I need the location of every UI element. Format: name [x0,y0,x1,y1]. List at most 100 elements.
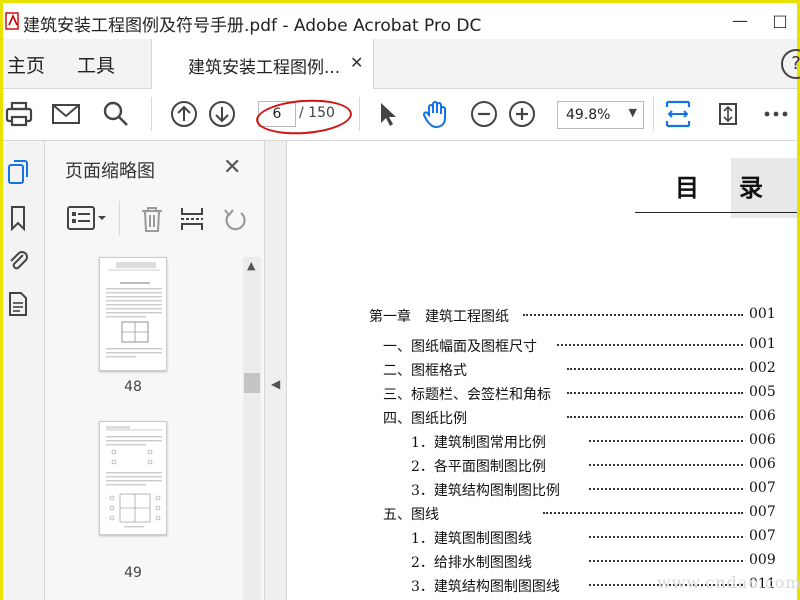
thumbnail-scrollbar[interactable]: ▲ [243,257,261,600]
minimize-icon[interactable]: — [725,11,755,31]
toc-heading-char: 录 [739,173,763,202]
thumbnail-preview [106,262,162,358]
toc-entry-title: 三、标题栏、会签栏和角标 [383,387,551,403]
toc-leader-dots [523,306,743,316]
maximize-icon[interactable]: □ [765,11,795,31]
toc-entry-title: 1．建筑图制图图线 [411,531,532,547]
hand-tool-icon[interactable] [421,99,451,129]
toc-entry[interactable]: 第一章 建筑工程图纸 001 [287,306,797,328]
zoom-in-icon[interactable] [507,99,537,129]
page-thumbnails-icon[interactable] [7,159,29,185]
tab-tools[interactable]: 工具 [77,51,115,78]
previous-page-icon[interactable] [169,99,199,129]
title-bar: 建筑安装工程图例及符号手册.pdf - Adobe Acrobat Pro DC… [3,3,797,39]
app-window: 建筑安装工程图例及符号手册.pdf - Adobe Acrobat Pro DC… [0,0,800,600]
rotate-view-icon[interactable] [713,99,743,129]
toc-entry[interactable]: 四、图纸比例 006 [287,408,797,430]
toolbar-separator [151,97,152,131]
thumbnail-options-icon[interactable] [67,205,107,231]
bookmarks-icon[interactable] [7,205,29,231]
thumbnails-panel: 页面缩略图 ✕ 48 49 ▲ [45,141,265,600]
toc-entry[interactable]: 3．建筑结构图制图比例 007 [287,480,797,502]
zoom-out-icon[interactable] [469,99,499,129]
collapse-arrow-icon[interactable]: ◀ [271,377,280,391]
acrobat-icon [5,12,19,30]
toc-entry-title: 2．各平面图制图比例 [411,459,546,475]
toc-entry-title: 一、图纸幅面及图框尺寸 [383,339,537,355]
toc-leader-dots [589,480,743,490]
insert-page-icon[interactable] [179,205,205,233]
document-properties-icon[interactable] [7,291,29,317]
toolbar-separator [359,97,360,131]
tab-bar: 主页 工具 建筑安装工程图例... ✕ ? [3,39,800,89]
toc-entry-page: 007 [749,504,776,520]
toc-leader-dots [567,408,743,418]
panel-collapse-bar[interactable]: ◀ [265,141,287,600]
toc-entry[interactable]: 二、图框格式 002 [287,360,797,382]
thumbnail-page-number: 49 [124,565,142,581]
email-icon[interactable] [51,99,81,129]
toc-entry-title: 四、图纸比例 [383,411,467,427]
toc-leader-dots [589,432,743,442]
thumbnail-page[interactable] [99,421,167,535]
window-title: 建筑安装工程图例及符号手册.pdf - Adobe Acrobat Pro DC [23,16,482,36]
tab-home[interactable]: 主页 [7,51,45,78]
toc-entry-title: 1．建筑制图常用比例 [411,435,546,451]
toc-entry-page: 006 [749,456,776,472]
select-cursor-icon[interactable] [373,99,403,129]
toc-entry-page: 006 [749,408,776,424]
panel-title: 页面缩略图 [65,161,155,182]
scrollbar-thumb[interactable] [244,373,260,393]
toc-leader-dots [567,360,743,370]
search-icon[interactable] [101,99,131,129]
toc-entry-page: 006 [749,432,776,448]
toc-entry[interactable]: 三、标题栏、会签栏和角标 005 [287,384,797,406]
toc-entry[interactable]: 1．建筑图制图图线 007 [287,528,797,550]
close-panel-icon[interactable]: ✕ [223,155,241,180]
toc-entry-title: 2．给排水制图图线 [411,555,532,571]
fit-width-icon[interactable] [663,99,693,129]
toc-entry[interactable]: 一、图纸幅面及图框尺寸 001 [287,336,797,358]
toc-entry[interactable]: 2．给排水制图图线 009 [287,552,797,574]
chevron-down-icon: ▼ [628,106,637,119]
toc-entry-page: 007 [749,528,776,544]
panel-separator [119,201,120,235]
toc-entry[interactable]: 1．建筑制图常用比例 006 [287,432,797,454]
toc-heading: 目 录 [635,158,797,218]
attachments-icon[interactable] [7,247,29,273]
toc-leader-dots [567,384,743,394]
toc-entry-page: 002 [749,360,776,376]
rotate-page-icon[interactable] [221,205,249,233]
toc-leader-dots [589,552,743,562]
left-navigation-rail [3,141,45,600]
toc-entry-title: 3．建筑结构图制图比例 [411,483,560,499]
toc-entry-page: 007 [749,480,776,496]
thumbnail-page-number: 48 [124,379,142,395]
help-icon[interactable]: ? [781,49,800,79]
heading-rule [635,212,797,213]
document-view[interactable]: 目 录 第一章 建筑工程图纸 001 一、图纸幅面及图框尺寸 001 二、图框格式 002… [287,142,797,600]
more-tools-icon[interactable] [761,99,791,129]
close-tab-icon[interactable]: ✕ [350,53,363,72]
zoom-select[interactable]: 49.8% ▼ [557,101,644,129]
watermark-text: www.cndao.com [657,573,800,592]
delete-page-icon[interactable] [139,205,165,233]
zoom-value: 49.8% [566,107,611,123]
toc-leader-dots [557,336,743,346]
print-icon[interactable] [5,99,35,129]
toc-entry-page: 009 [749,552,776,568]
toc-entry-page: 001 [749,336,776,352]
scroll-up-icon[interactable]: ▲ [247,259,255,272]
thumbnail-page[interactable] [99,257,167,371]
toc-entry-page: 005 [749,384,776,400]
toc-entry[interactable]: 五、图线 007 [287,504,797,526]
thumbnail-preview [106,426,162,528]
toc-leader-dots [589,456,743,466]
toc-entry-page: 001 [749,306,776,322]
toc-entry-title: 二、图框格式 [383,363,467,379]
next-page-icon[interactable] [207,99,237,129]
toc-entry-title: 五、图线 [383,507,439,523]
toc-entry[interactable]: 2．各平面图制图比例 006 [287,456,797,478]
tab-document[interactable]: 建筑安装工程图例... ✕ [151,39,374,89]
toc-leader-dots [543,504,743,514]
